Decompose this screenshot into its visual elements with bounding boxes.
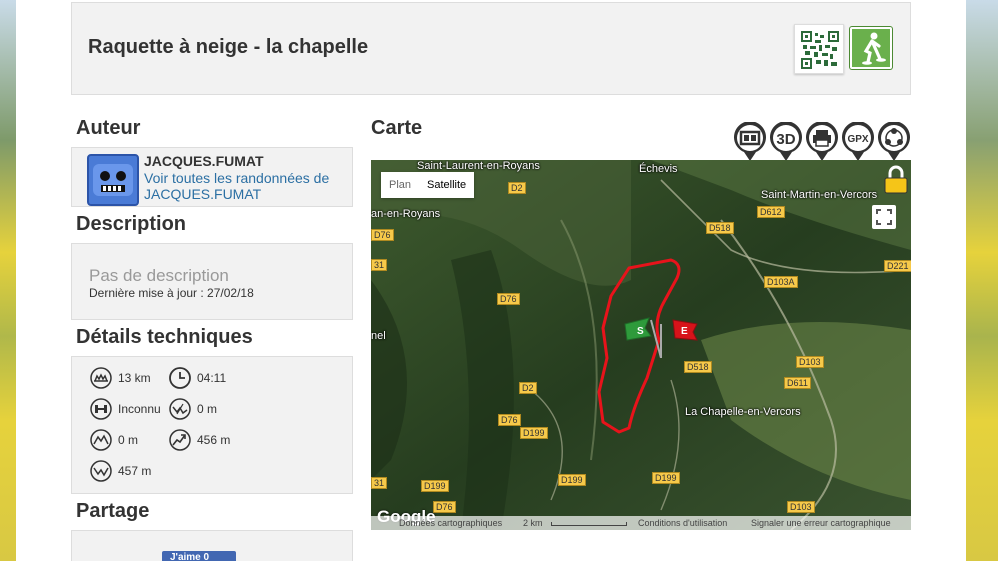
- place-nel: nel: [371, 330, 386, 342]
- dumbbell-icon: [90, 398, 112, 420]
- 3d-icon: 3D: [770, 121, 802, 161]
- scale-bar: [551, 522, 627, 526]
- road-31-2: 31: [371, 477, 388, 489]
- stat-descent: 0 m: [169, 398, 217, 420]
- difficulty-value: Inconnu: [118, 402, 161, 416]
- start-end-markers: S E: [624, 317, 698, 358]
- page: Raquette à neige - la chapelle Auteur JA…: [16, 0, 966, 561]
- print-icon: [806, 121, 838, 161]
- technical-title: Détails techniques: [76, 326, 253, 348]
- fullscreen-icon: [876, 209, 892, 225]
- page-title: Raquette à neige - la chapelle: [88, 36, 369, 58]
- map-scale: 2 km: [523, 518, 543, 528]
- road-d103a: D103A: [764, 276, 798, 288]
- map[interactable]: Saint-Laurent-en-Royans Échevis Saint-Ma…: [371, 160, 911, 530]
- title-box: Raquette à neige - la chapelle: [71, 2, 911, 95]
- start-label: S: [637, 326, 644, 337]
- print-button[interactable]: [805, 121, 839, 162]
- share-icon: [878, 121, 910, 161]
- avatar[interactable]: [87, 154, 139, 206]
- road-d2: D2: [508, 182, 526, 194]
- facebook-like-button[interactable]: J'aime 0: [162, 551, 236, 561]
- stat-ascent: 456 m: [169, 429, 230, 451]
- road-d76: D76: [371, 229, 394, 241]
- author-hikes-link[interactable]: Voir toutes les randonnées de JACQUES.FU…: [144, 170, 344, 202]
- share-map-button[interactable]: [877, 121, 911, 162]
- road-d199: D199: [520, 427, 548, 439]
- place-royans: an-en-Royans: [371, 208, 441, 220]
- stat-elevation-max: 457 m: [90, 460, 151, 482]
- ascent-icon: [169, 429, 191, 451]
- road-d2-2: D2: [519, 382, 537, 394]
- gpx-button[interactable]: GPX: [841, 121, 875, 162]
- 3d-button[interactable]: 3D: [769, 121, 803, 162]
- road-d103-2: D103: [787, 501, 815, 513]
- screen-icon: [734, 121, 766, 161]
- map-data-attribution: Données cartographiques: [399, 518, 503, 528]
- description-title: Description: [76, 213, 187, 235]
- road-d518-2: D518: [684, 361, 712, 373]
- stat-elevation-min: 0 m: [90, 429, 138, 451]
- 3d-label: 3D: [776, 131, 795, 148]
- road-d76-3: D76: [498, 414, 521, 426]
- background-left: [0, 0, 16, 561]
- qr-code-icon[interactable]: [794, 24, 844, 74]
- gpx-icon: GPX: [842, 121, 874, 161]
- screen-button[interactable]: [733, 121, 767, 162]
- place-saint-laurent: Saint-Laurent-en-Royans: [417, 160, 540, 172]
- elevation-max-icon: [90, 460, 112, 482]
- end-label: E: [681, 326, 688, 337]
- stat-difficulty: Inconnu: [90, 398, 161, 420]
- clock-icon: [169, 367, 191, 389]
- fullscreen-button[interactable]: [872, 205, 896, 229]
- snowshoe-icon: [850, 27, 892, 69]
- background-right: [966, 0, 998, 561]
- technical-box: 13 km 04:11 Inconnu 0 m 0 m 456 m 457 m: [71, 356, 353, 494]
- author-box: JACQUES.FUMAT Voir toutes les randonnées…: [71, 147, 353, 207]
- road-d612: D612: [757, 206, 785, 218]
- stat-distance: 13 km: [90, 367, 151, 389]
- map-type-satellite[interactable]: Satellite: [419, 172, 474, 198]
- stat-duration: 04:11: [169, 367, 226, 389]
- map-report-link[interactable]: Signaler une erreur cartographique: [751, 518, 891, 528]
- road-d199-3: D199: [558, 474, 586, 486]
- road-31: 31: [371, 259, 388, 271]
- place-echevis: Échevis: [639, 163, 678, 175]
- place-la-chapelle: La Chapelle-en-Vercors: [685, 406, 801, 418]
- road-d611: D611: [784, 377, 811, 389]
- ascent-value: 456 m: [197, 433, 231, 447]
- elevation-min-value: 0 m: [118, 433, 139, 447]
- author-title: Auteur: [76, 117, 141, 139]
- road-d103: D103: [796, 356, 824, 368]
- map-footer: Données cartographiques 2 km Conditions …: [371, 516, 911, 530]
- road-d76-4: D76: [433, 501, 456, 513]
- share-box: J'aime 0: [71, 530, 353, 561]
- map-terms-link[interactable]: Conditions d'utilisation: [638, 518, 727, 528]
- author-name[interactable]: JACQUES.FUMAT: [144, 153, 264, 169]
- road-d76-2: D76: [497, 293, 520, 305]
- distance-icon: [90, 367, 112, 389]
- road-d199-4: D199: [652, 472, 680, 484]
- last-update: Dernière mise à jour : 27/02/18: [89, 286, 254, 300]
- road-d221: D221: [884, 260, 911, 272]
- map-title: Carte: [371, 117, 423, 139]
- description-text: Pas de description: [89, 266, 229, 285]
- lock-icon[interactable]: [883, 164, 909, 199]
- road-d199-2: D199: [421, 480, 449, 492]
- place-saint-martin: Saint-Martin-en-Vercors: [761, 189, 878, 201]
- elevation-max-value: 457 m: [118, 464, 152, 478]
- distance-value: 13 km: [118, 371, 151, 385]
- elevation-min-icon: [90, 429, 112, 451]
- road-d518: D518: [706, 222, 734, 234]
- duration-value: 04:11: [197, 371, 227, 385]
- descent-icon: [169, 398, 191, 420]
- descent-value: 0 m: [197, 402, 218, 416]
- map-type-plan[interactable]: Plan: [381, 172, 419, 198]
- gpx-label: GPX: [847, 134, 868, 145]
- description-box: Pas de description Dernière mise à jour …: [71, 243, 353, 320]
- share-title: Partage: [76, 500, 150, 522]
- map-type-control: Plan Satellite: [381, 172, 475, 198]
